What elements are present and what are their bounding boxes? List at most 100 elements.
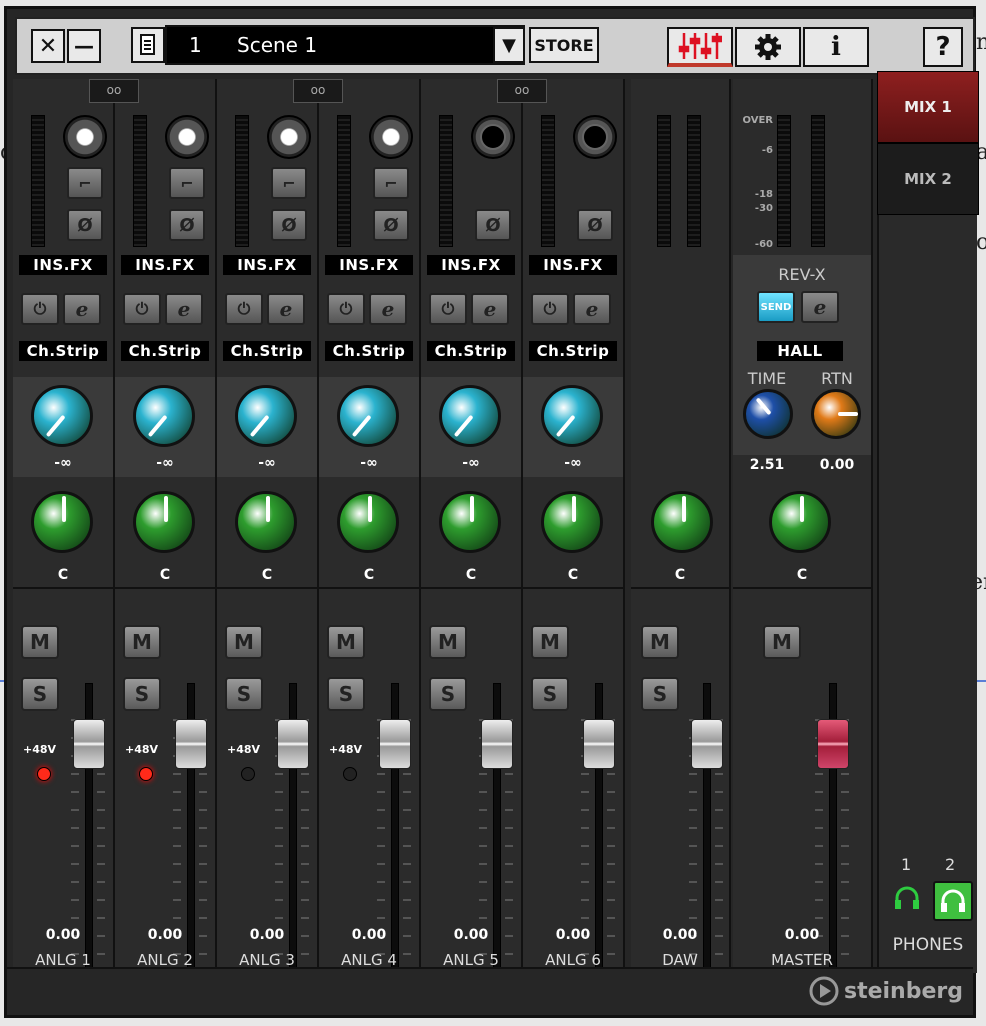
power-button[interactable]: ⏻ <box>225 293 263 325</box>
phase-button[interactable]: Ø <box>577 209 613 241</box>
aux-send-knob[interactable] <box>31 385 93 447</box>
reverb-send-button[interactable]: SEND <box>757 291 795 323</box>
insfx-label[interactable]: INS.FX <box>427 255 515 275</box>
aux-send-knob[interactable] <box>133 385 195 447</box>
hpf-button[interactable]: ⌐ <box>373 167 409 199</box>
scene-file-button[interactable] <box>131 27 165 63</box>
chstrip-label[interactable]: Ch.Strip <box>223 341 311 361</box>
scene-select[interactable]: 1 Scene 1 <box>165 25 525 65</box>
insfx-label[interactable]: INS.FX <box>529 255 617 275</box>
hpf-button[interactable]: ⌐ <box>169 167 205 199</box>
insfx-label[interactable]: INS.FX <box>223 255 311 275</box>
solo-button[interactable]: S <box>225 677 263 711</box>
channel-fader[interactable] <box>379 719 411 769</box>
power-button[interactable]: ⏻ <box>123 293 161 325</box>
hpf-button[interactable]: ⌐ <box>271 167 307 199</box>
solo-button[interactable]: S <box>641 677 679 711</box>
pan-knob[interactable] <box>439 491 501 553</box>
solo-icon: S <box>440 682 456 706</box>
power-button[interactable]: ⏻ <box>429 293 467 325</box>
edit-button[interactable]: e <box>573 293 611 325</box>
pan-knob[interactable] <box>235 491 297 553</box>
power-button[interactable]: ⏻ <box>327 293 365 325</box>
aux-send-knob[interactable] <box>235 385 297 447</box>
minimize-button[interactable]: — <box>67 29 101 63</box>
solo-button[interactable]: S <box>123 677 161 711</box>
phones-1-button[interactable] <box>891 881 923 915</box>
pan-knob[interactable] <box>31 491 93 553</box>
aux-send-knob[interactable] <box>541 385 603 447</box>
tab-mix-2[interactable]: MIX 2 <box>877 143 979 215</box>
close-button[interactable]: ✕ <box>31 29 65 63</box>
channel-fader[interactable] <box>583 719 615 769</box>
pan-knob[interactable] <box>337 491 399 553</box>
stereo-link-button[interactable]: oo <box>293 79 343 103</box>
aux-send-knob[interactable] <box>337 385 399 447</box>
mute-button[interactable]: M <box>225 625 263 659</box>
insfx-label[interactable]: INS.FX <box>325 255 413 275</box>
master-mute-button[interactable]: M <box>763 625 801 659</box>
chstrip-label[interactable]: Ch.Strip <box>325 341 413 361</box>
hpf-button[interactable]: ⌐ <box>67 167 103 199</box>
store-button[interactable]: STORE <box>529 27 599 63</box>
info-button[interactable]: i <box>803 27 869 67</box>
master-fader[interactable] <box>817 719 849 769</box>
fader-tick <box>581 917 589 919</box>
phase-button[interactable]: Ø <box>271 209 307 241</box>
mute-button[interactable]: M <box>531 625 569 659</box>
settings-button[interactable] <box>735 27 801 67</box>
mute-icon: M <box>540 630 560 654</box>
phantom-led[interactable] <box>343 767 357 781</box>
chstrip-label[interactable]: Ch.Strip <box>427 341 515 361</box>
pan-knob[interactable] <box>541 491 603 553</box>
chstrip-label[interactable]: Ch.Strip <box>19 341 107 361</box>
pan-knob[interactable] <box>651 491 713 553</box>
mixer-view-button[interactable] <box>667 27 733 67</box>
chstrip-label[interactable]: Ch.Strip <box>121 341 209 361</box>
master-pan-knob[interactable] <box>769 491 831 553</box>
reverb-time-knob[interactable] <box>743 389 793 439</box>
phase-button[interactable]: Ø <box>169 209 205 241</box>
tab-mix-1[interactable]: MIX 1 <box>877 71 979 143</box>
channel-fader[interactable] <box>175 719 207 769</box>
phase-button[interactable]: Ø <box>67 209 103 241</box>
edit-button[interactable]: e <box>471 293 509 325</box>
scene-dropdown-button[interactable]: ▼ <box>493 27 525 63</box>
channel-fader[interactable] <box>73 719 105 769</box>
power-button[interactable]: ⏻ <box>531 293 569 325</box>
chstrip-label[interactable]: Ch.Strip <box>529 341 617 361</box>
phase-button[interactable]: Ø <box>475 209 511 241</box>
phones-2-button[interactable] <box>933 881 973 921</box>
help-button[interactable]: ? <box>923 27 963 67</box>
insfx-label[interactable]: INS.FX <box>19 255 107 275</box>
stereo-link-button[interactable]: oo <box>497 79 547 103</box>
solo-button[interactable]: S <box>429 677 467 711</box>
reverb-edit-button[interactable]: e <box>801 291 839 323</box>
edit-button[interactable]: e <box>63 293 101 325</box>
mute-button[interactable]: M <box>641 625 679 659</box>
phantom-led[interactable] <box>139 767 153 781</box>
mute-button[interactable]: M <box>123 625 161 659</box>
phase-button[interactable]: Ø <box>373 209 409 241</box>
phantom-led[interactable] <box>241 767 255 781</box>
mute-button[interactable]: M <box>327 625 365 659</box>
solo-button[interactable]: S <box>327 677 365 711</box>
phantom-led[interactable] <box>37 767 51 781</box>
reverb-rtn-knob[interactable] <box>811 389 861 439</box>
mute-button[interactable]: M <box>21 625 59 659</box>
solo-button[interactable]: S <box>21 677 59 711</box>
mute-button[interactable]: M <box>429 625 467 659</box>
edit-button[interactable]: e <box>165 293 203 325</box>
stereo-link-button[interactable]: oo <box>89 79 139 103</box>
aux-send-knob[interactable] <box>439 385 501 447</box>
edit-button[interactable]: e <box>267 293 305 325</box>
reverb-type-select[interactable]: HALL <box>757 341 843 361</box>
power-button[interactable]: ⏻ <box>21 293 59 325</box>
channel-fader[interactable] <box>481 719 513 769</box>
insfx-label[interactable]: INS.FX <box>121 255 209 275</box>
pan-knob[interactable] <box>133 491 195 553</box>
solo-button[interactable]: S <box>531 677 569 711</box>
daw-fader[interactable] <box>691 719 723 769</box>
edit-button[interactable]: e <box>369 293 407 325</box>
channel-fader[interactable] <box>277 719 309 769</box>
